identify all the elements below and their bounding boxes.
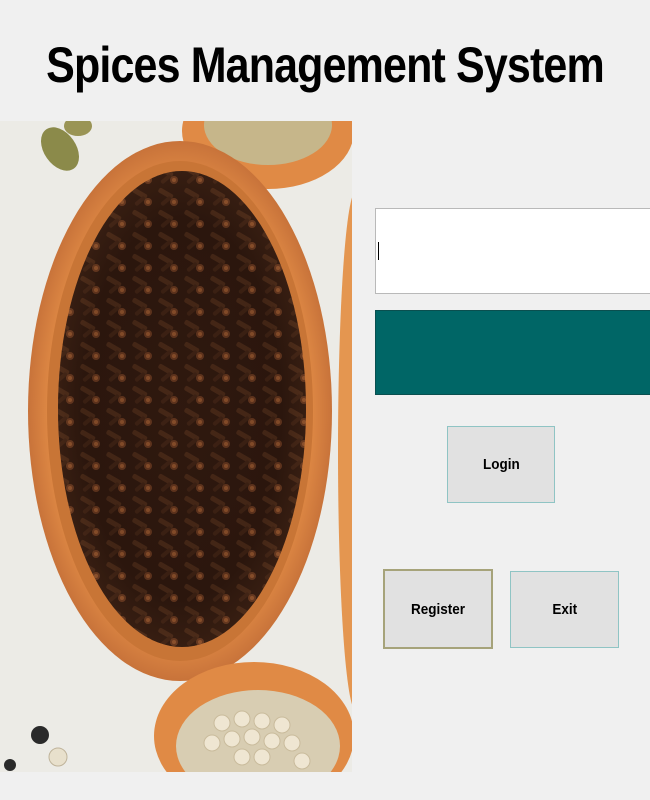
login-window: Spices Management System Login Register … <box>0 0 650 800</box>
text-caret <box>378 242 379 260</box>
exit-button-label: Exit <box>552 601 577 618</box>
password-field[interactable] <box>375 310 650 395</box>
register-button[interactable]: Register <box>383 569 493 649</box>
exit-button[interactable]: Exit <box>510 571 619 648</box>
register-button-label: Register <box>410 600 466 618</box>
username-field[interactable] <box>375 208 650 294</box>
login-button[interactable]: Login <box>447 426 555 503</box>
login-button-label: Login <box>482 456 520 473</box>
spices-photo <box>0 121 352 772</box>
app-title: Spices Management System <box>46 37 605 93</box>
